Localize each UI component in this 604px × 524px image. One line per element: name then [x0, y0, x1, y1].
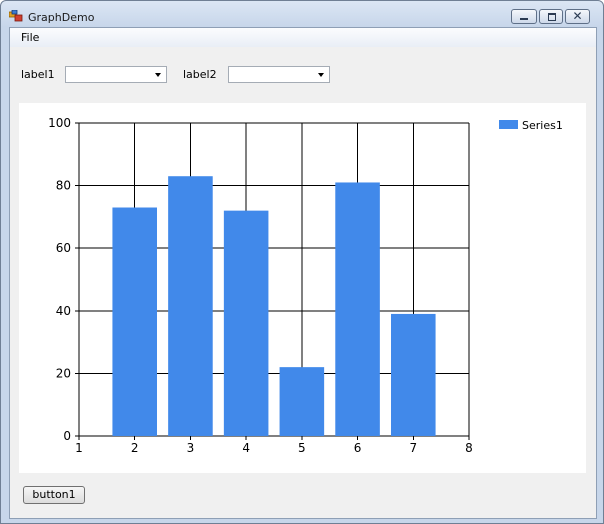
menu-bar: File [10, 28, 596, 47]
chart-panel: 1 2 3 4 5 6 7 8 0 20 40 60 80 100 Series1 [19, 103, 586, 473]
window-title: GraphDemo [28, 11, 95, 24]
chart-bar [168, 176, 213, 436]
x-tick-label: 2 [131, 441, 139, 455]
x-tick-label: 3 [187, 441, 195, 455]
dropdown-arrow-icon[interactable] [155, 73, 161, 77]
close-button[interactable]: ✕ [565, 9, 590, 24]
chart-bar [335, 182, 380, 436]
chart-bar [223, 210, 269, 436]
x-tick-label: 7 [409, 441, 417, 455]
y-tick-label: 60 [56, 241, 71, 255]
y-tick-label: 40 [56, 304, 71, 318]
x-tick-label: 6 [354, 441, 362, 455]
x-tick-label: 1 [75, 441, 83, 455]
y-tick-label: 80 [56, 179, 71, 193]
combo-box-2[interactable] [228, 66, 330, 83]
bar-chart: 1 2 3 4 5 6 7 8020406080100 Series1 [48, 116, 563, 455]
maximize-button[interactable] [539, 9, 563, 24]
legend-swatch [499, 120, 518, 129]
y-tick-label: 100 [48, 116, 71, 130]
close-icon: ✕ [572, 9, 583, 23]
x-tick-label: 8 [465, 441, 473, 455]
label1: label1 [21, 68, 55, 81]
chart-bar [279, 367, 325, 436]
client-area: File label1 label2 1 2 3 4 5 6 7 8 0 20 40 60 80 100 S… [9, 27, 597, 519]
y-tick-label: 20 [56, 366, 71, 380]
dropdown-arrow-icon[interactable] [318, 73, 324, 77]
app-icon [9, 10, 23, 22]
chart-bar [112, 207, 157, 436]
label2: label2 [183, 68, 217, 81]
x-tick-label: 4 [242, 441, 250, 455]
minimize-button[interactable] [511, 9, 537, 24]
menu-file[interactable]: File [21, 31, 39, 44]
app-window: GraphDemo ✕ File label1 label2 123456780… [0, 0, 604, 524]
x-tick-label: 5 [298, 441, 306, 455]
chart-bar [391, 313, 436, 436]
y-tick-label: 0 [63, 429, 71, 443]
button1[interactable]: button1 [23, 486, 85, 504]
combo-box-1[interactable] [65, 66, 167, 83]
legend-label: Series1 [522, 119, 563, 132]
